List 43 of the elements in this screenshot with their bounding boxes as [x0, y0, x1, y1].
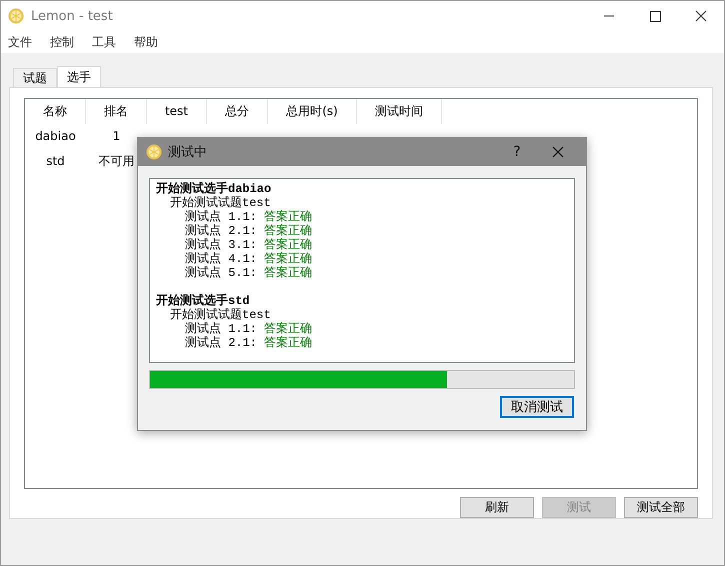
- test-point-label: 测试点 5.1:: [185, 266, 258, 280]
- test-point-label: 测试点 2.1:: [185, 224, 258, 238]
- column-header[interactable]: test: [147, 99, 207, 124]
- dialog-title: 测试中: [168, 144, 208, 161]
- table-cell-text: 不可用: [98, 153, 136, 170]
- test-point-label: 测试点 1.1:: [185, 210, 258, 224]
- tab[interactable]: 试题: [13, 68, 57, 87]
- action-button[interactable]: 测试全部: [624, 497, 698, 518]
- lemon-icon: [8, 8, 24, 24]
- menu-item[interactable]: 工具: [92, 34, 116, 50]
- result-label: 答案正确: [264, 252, 312, 266]
- result-label: 答案正确: [264, 322, 312, 336]
- table-cell-text: dabiao: [34, 128, 77, 145]
- test-point-label: 测试点 4.1:: [185, 252, 258, 266]
- result-label: 答案正确: [264, 266, 312, 280]
- log-line: 开始测试选手dabiao: [156, 182, 272, 196]
- menu-item[interactable]: 帮助: [134, 34, 158, 50]
- result-label: 答案正确: [264, 210, 312, 224]
- table-cell-text: std: [45, 153, 66, 170]
- log-line: 开始测试试题test: [170, 196, 271, 210]
- action-button[interactable]: 刷新: [460, 497, 534, 518]
- test-point-label: 测试点 3.1:: [185, 238, 258, 252]
- column-header[interactable]: 总用时(s): [268, 99, 357, 124]
- menu-item[interactable]: 控制: [50, 34, 74, 50]
- result-label: 答案正确: [264, 224, 312, 238]
- test-point-label: 测试点 1.1:: [185, 322, 258, 336]
- log-line: 开始测试试题test: [170, 308, 271, 322]
- window-title: Lemon - test: [31, 8, 114, 24]
- result-label: 答案正确: [264, 336, 312, 350]
- test-point-label: 测试点 2.1:: [185, 336, 258, 350]
- table-cell-text: 1: [112, 128, 122, 145]
- column-header[interactable]: 总分: [207, 99, 268, 124]
- column-header[interactable]: 名称: [25, 99, 86, 124]
- close-icon[interactable]: [552, 146, 564, 158]
- help-button[interactable]: ?: [502, 144, 532, 160]
- tab[interactable]: 选手: [57, 66, 101, 87]
- lemon-icon: [146, 144, 162, 160]
- log-line: 开始测试选手std: [156, 294, 250, 308]
- result-label: 答案正确: [264, 238, 312, 252]
- cancel-button[interactable]: 取消测试: [500, 396, 574, 418]
- column-header[interactable]: 排名: [86, 99, 147, 124]
- menu-item[interactable]: 文件: [8, 34, 32, 50]
- column-header[interactable]: 测试时间: [357, 99, 442, 124]
